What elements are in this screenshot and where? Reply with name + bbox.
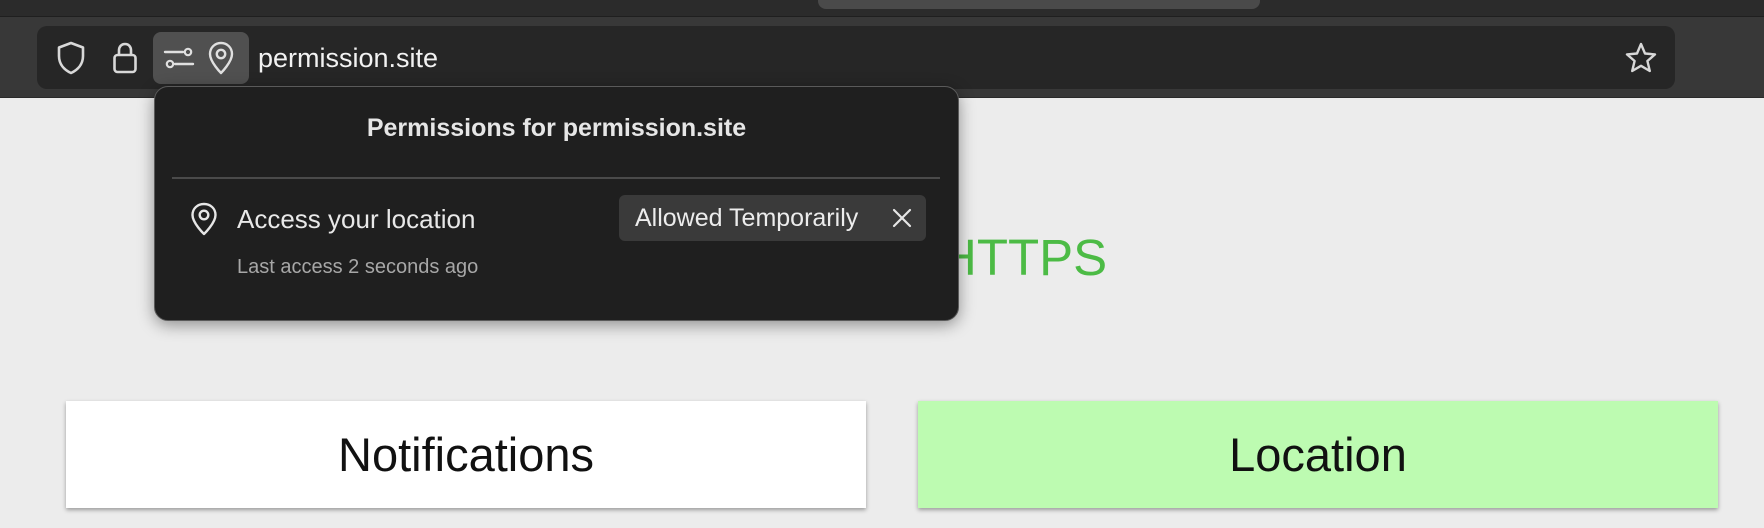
- tab-strip: [0, 0, 1764, 17]
- close-icon[interactable]: [890, 206, 914, 230]
- permissions-popup: Permissions for permission.site Access y…: [154, 86, 959, 321]
- url-text[interactable]: permission.site: [258, 40, 438, 76]
- shield-icon[interactable]: [51, 40, 91, 76]
- permission-state-label: Allowed Temporarily: [635, 204, 859, 232]
- site-permissions-button[interactable]: [153, 32, 249, 84]
- location-pin-icon: [203, 40, 239, 76]
- divider: [172, 177, 940, 179]
- url-bar[interactable]: permission.site: [37, 26, 1675, 89]
- permission-state-chip: Allowed Temporarily: [619, 195, 926, 241]
- lock-icon[interactable]: [105, 40, 145, 76]
- notifications-button[interactable]: Notifications: [66, 401, 866, 508]
- star-icon[interactable]: [1621, 40, 1661, 76]
- page-heading-partial: HTTPS: [940, 229, 1108, 286]
- active-tab[interactable]: [818, 0, 1260, 9]
- location-pin-icon: [189, 201, 223, 237]
- sliders-icon: [161, 40, 197, 76]
- popup-title: Permissions for permission.site: [366, 114, 747, 142]
- location-button[interactable]: Location: [918, 401, 1718, 508]
- permission-label: Access your location: [237, 204, 476, 234]
- last-access-text: Last access 2 seconds ago: [237, 256, 479, 278]
